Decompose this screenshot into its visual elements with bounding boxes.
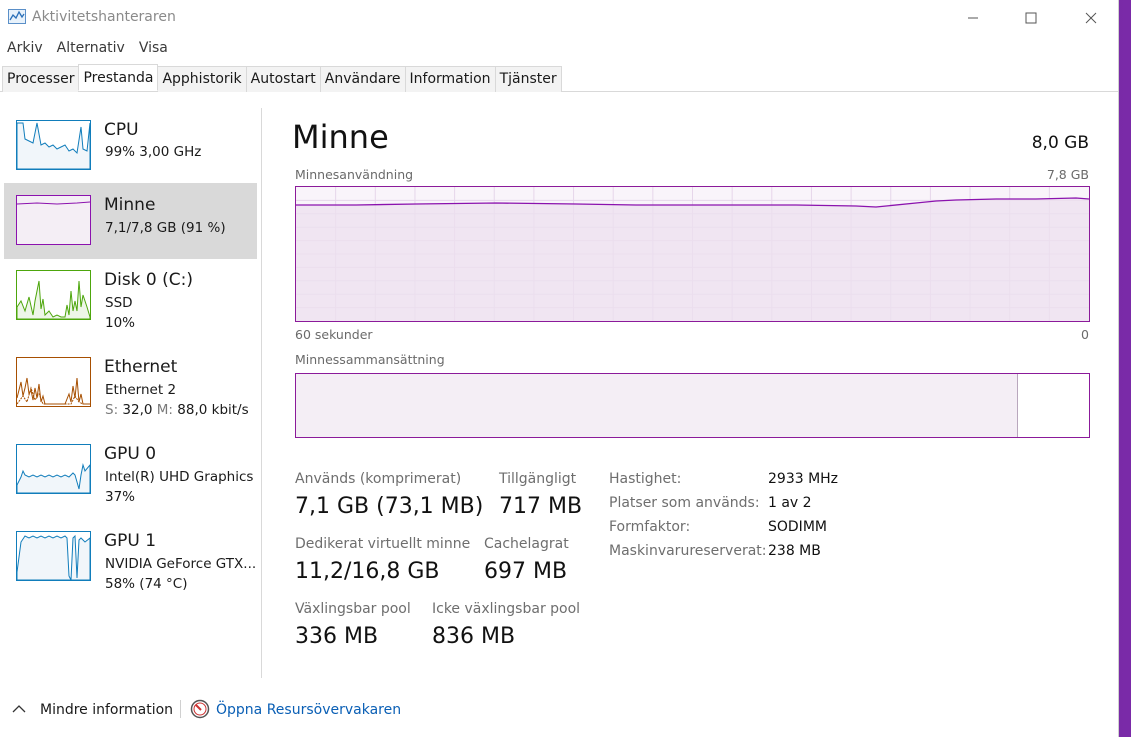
memory-composition-bar (295, 373, 1090, 438)
paged-pool-label: Växlingsbar pool (295, 601, 411, 617)
sidebar-gpu0-title: GPU 0 (104, 444, 157, 464)
paged-pool-value: 336 MB (295, 624, 379, 649)
window-title: Aktivitetshanteraren (32, 9, 176, 25)
committed-label: Dedikerat virtuellt minne (295, 536, 471, 552)
nonpaged-pool-label: Icke växlingsbar pool (432, 601, 581, 617)
nonpaged-pool-value: 836 MB (432, 624, 516, 649)
speed-label: Hastighet: (609, 471, 682, 487)
footer-bar: Mindre information Öppna Resursövervakar… (0, 690, 1118, 730)
gpu1-thumbnail-graph (16, 531, 91, 581)
speed-value: 2933 MHz (768, 471, 839, 487)
sidebar-item-gpu0[interactable]: GPU 0 Intel(R) UHD Graphics 37% (4, 432, 257, 508)
hardware-reserved-value: 238 MB (768, 543, 821, 559)
sidebar-minne-title: Minne (104, 195, 156, 215)
sidebar-disk-title: Disk 0 (C:) (104, 270, 194, 290)
sidebar-ethernet-adapter: Ethernet 2 (105, 382, 177, 398)
form-factor-label: Formfaktor: (609, 519, 691, 535)
ethernet-thumbnail-graph (16, 357, 91, 407)
sidebar-item-disk0[interactable]: Disk 0 (C:) SSD 10% (4, 258, 257, 334)
tab-tjanster[interactable]: Tjänster (494, 66, 562, 92)
tab-apphistorik[interactable]: Apphistorik (157, 66, 247, 92)
menu-visa[interactable]: Visa (132, 38, 175, 60)
sidebar-ethernet-title: Ethernet (104, 357, 178, 377)
slots-label: Platser som används: (609, 495, 760, 511)
minimize-icon (968, 17, 978, 19)
sidebar-item-ethernet[interactable]: Ethernet Ethernet 2 S: 32,0 M: 88,0 kbit… (4, 345, 257, 421)
usage-graph-max: 7,8 GB (1046, 167, 1089, 182)
maximize-button[interactable] (1008, 4, 1054, 32)
resource-sidebar: CPU 99% 3,00 GHz Minne 7,1/7,8 GB (91 %)… (0, 108, 262, 678)
menu-bar: Arkiv Alternativ Visa (0, 38, 175, 60)
graph-time-start: 60 sekunder (295, 327, 373, 342)
fewer-details-link[interactable]: Mindre information (40, 702, 173, 718)
page-title: Minne (292, 118, 389, 156)
memory-composition-used (296, 374, 1018, 437)
resource-monitor-icon[interactable] (190, 699, 210, 719)
tab-anvandare[interactable]: Användare (319, 66, 406, 92)
memory-thumbnail-graph (16, 195, 91, 245)
tab-processer[interactable]: Processer (2, 66, 80, 92)
usage-graph-label: Minnesanvändning (295, 167, 414, 182)
sidebar-minne-usage: 7,1/7,8 GB (91 %) (105, 220, 226, 236)
sidebar-item-minne[interactable]: Minne 7,1/7,8 GB (91 %) (4, 183, 257, 259)
in-use-label: Används (komprimerat) (295, 471, 462, 487)
sidebar-gpu0-usage: 37% (105, 489, 136, 505)
title-bar: Aktivitetshanteraren (0, 0, 1118, 36)
available-label: Tillgängligt (499, 471, 577, 487)
sidebar-item-cpu[interactable]: CPU 99% 3,00 GHz (4, 108, 257, 184)
form-factor-value: SODIMM (768, 519, 827, 535)
tab-information[interactable]: Information (404, 66, 496, 92)
sidebar-item-gpu1[interactable]: GPU 1 NVIDIA GeForce GTX... 58% (74 °C) (4, 519, 257, 595)
menu-alternativ[interactable]: Alternativ (50, 38, 132, 60)
sidebar-disk-type: SSD (105, 295, 133, 311)
committed-value: 11,2/16,8 GB (295, 559, 440, 584)
sidebar-gpu1-usage: 58% (74 °C) (105, 576, 188, 592)
cpu-thumbnail-graph (16, 120, 91, 170)
sidebar-cpu-title: CPU (104, 120, 139, 140)
maximize-icon (1025, 12, 1037, 24)
tab-bar: Processer Prestanda Apphistorik Autostar… (0, 64, 1118, 92)
disk-thumbnail-graph (16, 270, 91, 320)
sidebar-gpu0-model: Intel(R) UHD Graphics (105, 469, 254, 485)
cached-value: 697 MB (484, 559, 568, 584)
tab-prestanda[interactable]: Prestanda (78, 64, 159, 91)
sidebar-ethernet-throughput: S: 32,0 M: 88,0 kbit/s (105, 402, 249, 418)
chevron-up-icon[interactable] (12, 704, 26, 714)
cached-label: Cachelagrat (484, 536, 569, 552)
close-icon (1085, 12, 1097, 24)
in-use-value: 7,1 GB (73,1 MB) (295, 494, 484, 519)
task-manager-icon (8, 9, 26, 24)
hardware-reserved-label: Maskinvarureserverat: (609, 543, 767, 559)
menu-arkiv[interactable]: Arkiv (0, 38, 50, 60)
sidebar-cpu-usage: 99% 3,00 GHz (105, 144, 202, 160)
sidebar-gpu1-title: GPU 1 (104, 531, 157, 551)
minimize-button[interactable] (950, 4, 996, 32)
graph-time-end: 0 (1081, 327, 1089, 342)
footer-divider (180, 700, 181, 718)
task-manager-window: Aktivitetshanteraren Arkiv Alternativ Vi… (0, 0, 1119, 737)
slots-value: 1 av 2 (768, 495, 812, 511)
composition-label: Minnessammansättning (295, 352, 445, 367)
close-button[interactable] (1068, 4, 1114, 32)
memory-total: 8,0 GB (1031, 133, 1089, 153)
tab-autostart[interactable]: Autostart (245, 66, 321, 92)
sidebar-disk-usage: 10% (105, 315, 136, 331)
memory-usage-area (296, 198, 1089, 321)
memory-usage-graph (295, 186, 1090, 322)
available-value: 717 MB (499, 494, 583, 519)
sidebar-gpu1-model: NVIDIA GeForce GTX... (105, 556, 257, 572)
open-resource-monitor-link[interactable]: Öppna Resursövervakaren (216, 702, 401, 718)
gpu0-thumbnail-graph (16, 444, 91, 494)
